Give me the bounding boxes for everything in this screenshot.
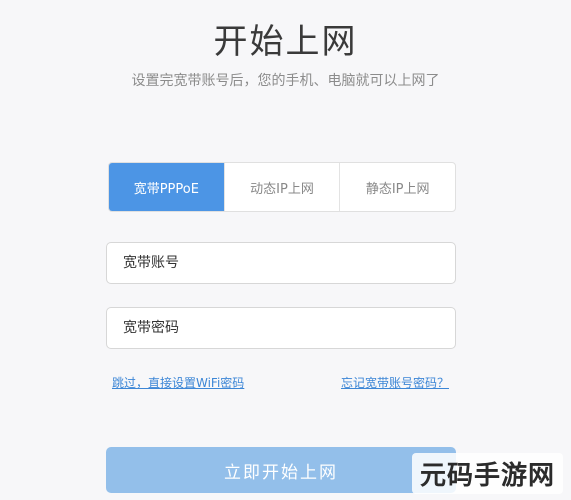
tab-pppoe[interactable]: 宽带PPPoE: [109, 163, 224, 211]
tab-dynamic-ip[interactable]: 动态IP上网: [223, 163, 340, 211]
site-watermark: 元码手游网: [411, 453, 563, 494]
tab-static-ip[interactable]: 静态IP上网: [339, 163, 455, 211]
connection-type-tabs: 宽带PPPoE 动态IP上网 静态IP上网: [108, 162, 456, 212]
page-title: 开始上网: [213, 22, 358, 62]
broadband-password-input[interactable]: [106, 307, 456, 349]
broadband-account-input[interactable]: [106, 242, 456, 284]
forgot-password-link[interactable]: 忘记宽带账号密码？: [341, 374, 449, 391]
start-internet-button[interactable]: 立即开始上网: [106, 447, 456, 493]
skip-to-wifi-link[interactable]: 跳过，直接设置WiFi密码: [112, 374, 244, 391]
page-subtitle: 设置完宽带账号后，您的手机、电脑就可以上网了: [131, 73, 440, 89]
